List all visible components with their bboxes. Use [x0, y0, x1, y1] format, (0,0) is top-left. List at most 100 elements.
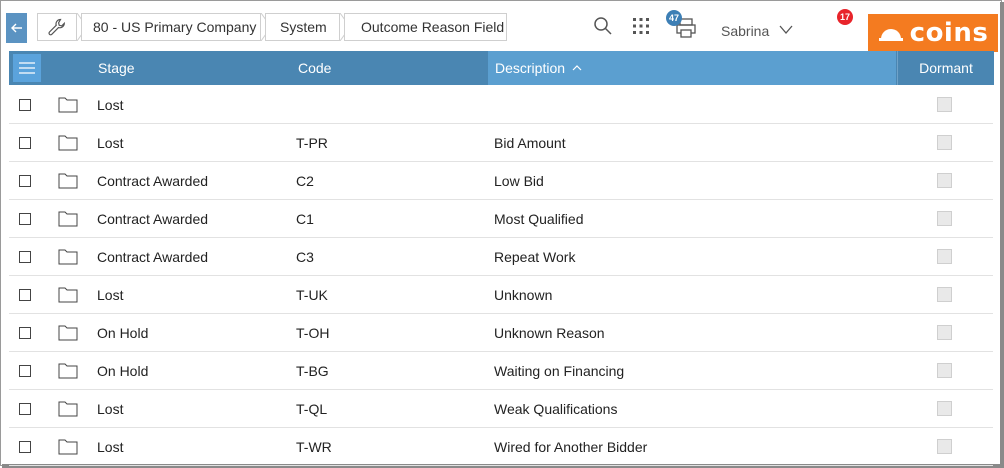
- dormant-checkbox: [937, 363, 952, 378]
- list-icon: [19, 62, 35, 74]
- row-select-cell[interactable]: [19, 352, 31, 389]
- dormant-cell: [937, 124, 952, 161]
- row-select-checkbox[interactable]: [19, 288, 31, 301]
- folder-cell[interactable]: [58, 390, 78, 427]
- table-row[interactable]: Contract Awarded C1 Most Qualified: [9, 200, 993, 238]
- column-header-description-label: Description: [495, 60, 566, 76]
- description-cell: Most Qualified: [494, 210, 584, 227]
- notification-badge[interactable]: 17: [837, 9, 853, 25]
- top-bar: 80 - US Primary Company System Outcome R…: [3, 6, 999, 52]
- row-select-cell[interactable]: [19, 86, 31, 123]
- table-row[interactable]: On Hold T-OH Unknown Reason: [9, 314, 993, 352]
- wrench-icon: [48, 18, 65, 36]
- breadcrumb-system[interactable]: System: [265, 13, 340, 41]
- code-cell: T-WR: [296, 438, 332, 455]
- table-body: Lost Lost T-PR Bid Amount Contract Awarded C2…: [9, 86, 993, 466]
- row-select-checkbox[interactable]: [19, 136, 31, 149]
- folder-cell[interactable]: [58, 428, 78, 465]
- arrow-left-icon: [10, 23, 22, 33]
- dormant-cell: [937, 276, 952, 313]
- table-row[interactable]: Lost: [9, 86, 993, 124]
- folder-icon[interactable]: [58, 438, 78, 455]
- row-select-cell[interactable]: [19, 428, 31, 465]
- column-header-dormant[interactable]: Dormant: [897, 51, 994, 85]
- folder-icon[interactable]: [58, 362, 78, 379]
- dormant-checkbox: [937, 439, 952, 454]
- row-select-cell[interactable]: [19, 200, 31, 237]
- coins-logo: coins: [868, 14, 998, 52]
- folder-cell[interactable]: [58, 200, 78, 237]
- apps-button[interactable]: [630, 15, 652, 37]
- grid-icon: [633, 18, 649, 34]
- sort-ascending-icon: [572, 65, 582, 71]
- code-cell: T-OH: [296, 324, 330, 341]
- row-select-checkbox[interactable]: [19, 174, 31, 187]
- folder-cell[interactable]: [58, 352, 78, 389]
- back-button[interactable]: [6, 13, 27, 43]
- description-cell: Waiting on Financing: [494, 362, 625, 379]
- folder-icon[interactable]: [58, 400, 78, 417]
- stage-cell: Lost: [97, 286, 124, 303]
- folder-cell[interactable]: [58, 238, 78, 275]
- row-select-checkbox[interactable]: [19, 364, 31, 377]
- chevron-down-icon[interactable]: [779, 23, 793, 35]
- folder-cell[interactable]: [58, 276, 78, 313]
- table-row[interactable]: Lost T-QL Weak Qualifications: [9, 390, 993, 428]
- breadcrumb-company[interactable]: 80 - US Primary Company: [81, 13, 261, 41]
- dormant-checkbox: [937, 173, 952, 188]
- folder-cell[interactable]: [58, 314, 78, 351]
- row-select-cell[interactable]: [19, 124, 31, 161]
- breadcrumb-current-page: Outcome Reason Field: [344, 13, 507, 41]
- row-select-checkbox[interactable]: [19, 250, 31, 263]
- frame-shadow-right: [1000, 2, 1004, 468]
- row-select-checkbox[interactable]: [19, 98, 31, 111]
- row-select-cell[interactable]: [19, 390, 31, 427]
- user-name[interactable]: Sabrina: [721, 23, 769, 39]
- row-select-cell[interactable]: [19, 238, 31, 275]
- row-select-checkbox[interactable]: [19, 440, 31, 453]
- stage-cell: Contract Awarded: [97, 248, 209, 265]
- search-icon: [594, 17, 612, 35]
- row-select-checkbox[interactable]: [19, 326, 31, 339]
- table-row[interactable]: Contract Awarded C2 Low Bid: [9, 162, 993, 200]
- column-header-stage[interactable]: Stage: [98, 51, 135, 85]
- column-header-description[interactable]: Description: [488, 51, 896, 85]
- dormant-cell: [937, 428, 952, 465]
- table-row[interactable]: Contract Awarded C3 Repeat Work: [9, 238, 993, 276]
- code-cell: T-QL: [296, 400, 328, 417]
- stage-cell: On Hold: [97, 324, 149, 341]
- row-select-checkbox[interactable]: [19, 402, 31, 415]
- column-menu-button[interactable]: [13, 54, 41, 82]
- row-select-cell[interactable]: [19, 162, 31, 199]
- stage-cell: Contract Awarded: [97, 210, 209, 227]
- stage-cell: Lost: [97, 400, 124, 417]
- table-row[interactable]: Lost T-UK Unknown: [9, 276, 993, 314]
- column-header-code[interactable]: Code: [298, 51, 331, 85]
- folder-cell[interactable]: [58, 86, 78, 123]
- breadcrumb-home[interactable]: [37, 13, 77, 41]
- table-row[interactable]: Lost T-PR Bid Amount: [9, 124, 993, 162]
- code-cell: T-BG: [296, 362, 329, 379]
- row-select-cell[interactable]: [19, 276, 31, 313]
- folder-cell[interactable]: [58, 162, 78, 199]
- table-row[interactable]: On Hold T-BG Waiting on Financing: [9, 352, 993, 390]
- folder-icon[interactable]: [58, 96, 78, 113]
- description-cell: Unknown Reason: [494, 324, 605, 341]
- folder-icon[interactable]: [58, 286, 78, 303]
- description-cell: Bid Amount: [494, 134, 566, 151]
- code-cell: T-PR: [296, 134, 328, 151]
- folder-icon[interactable]: [58, 210, 78, 227]
- dormant-cell: [937, 86, 952, 123]
- stage-cell: Lost: [97, 438, 124, 455]
- search-button[interactable]: [591, 14, 615, 38]
- table-row[interactable]: Lost T-WR Wired for Another Bidder: [9, 428, 993, 466]
- row-select-checkbox[interactable]: [19, 212, 31, 225]
- dormant-checkbox: [937, 211, 952, 226]
- folder-icon[interactable]: [58, 134, 78, 151]
- row-select-cell[interactable]: [19, 314, 31, 351]
- folder-cell[interactable]: [58, 124, 78, 161]
- folder-icon[interactable]: [58, 248, 78, 265]
- dormant-checkbox: [937, 135, 952, 150]
- folder-icon[interactable]: [58, 172, 78, 189]
- folder-icon[interactable]: [58, 324, 78, 341]
